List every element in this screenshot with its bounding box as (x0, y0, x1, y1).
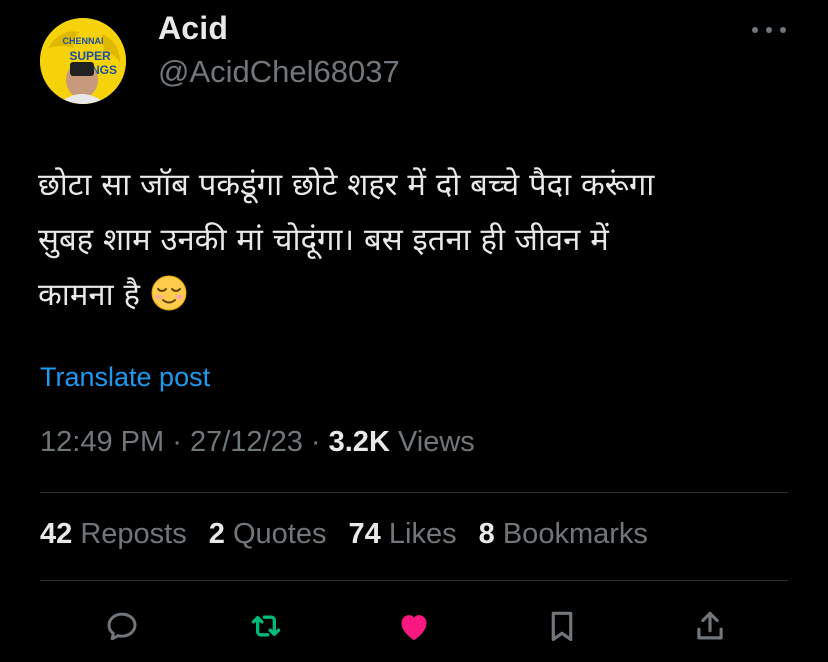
avatar-image: CHENNAI SUPER KINGS (40, 18, 126, 104)
divider (40, 492, 788, 493)
repost-icon (251, 615, 281, 637)
likes-count: 74 (348, 518, 381, 550)
svg-text:CHENNAI: CHENNAI (62, 36, 103, 46)
more-dot (766, 27, 772, 33)
like-button[interactable] (392, 604, 436, 648)
translate-post-link[interactable]: Translate post (40, 362, 210, 393)
quotes-label: Quotes (232, 518, 327, 550)
tweet-line: कामना है (38, 277, 140, 313)
engagement-stats: 42 Reposts 2 Quotes 74 Likes 8 Bookmarks (40, 518, 662, 551)
bookmarks-count: 8 (478, 518, 495, 550)
tweet-text: छोटा सा जॉब पकडूंगा छोटे शहर में दो बच्च… (38, 158, 798, 323)
tweet-line: सुबह शाम उनकी मां चोदूंगा। बस इतना ही जी… (38, 222, 609, 258)
post-meta: 12:49 PM · 27/12/23 · 3.2K Views (40, 426, 475, 459)
avatar[interactable]: CHENNAI SUPER KINGS (40, 18, 126, 104)
reposts-stat[interactable]: 42 Reposts (40, 518, 187, 551)
likes-stat[interactable]: 74 Likes (349, 518, 457, 551)
meta-separator: · (310, 426, 321, 458)
reply-button[interactable] (100, 604, 144, 648)
reposts-label: Reposts (80, 518, 187, 550)
more-options-icon[interactable] (752, 20, 786, 40)
repost-button[interactable] (244, 604, 288, 648)
likes-label: Likes (388, 518, 457, 550)
meta-separator: · (172, 426, 182, 458)
reposts-count: 42 (40, 518, 73, 550)
more-dot (752, 27, 758, 33)
like-icon (401, 615, 427, 641)
divider (40, 580, 788, 581)
views-label: Views (397, 426, 475, 458)
bookmark-icon (551, 611, 573, 642)
more-dot (780, 27, 786, 33)
tweet-line: छोटा सा जॉब पकडूंगा छोटे शहर में दो बच्च… (38, 167, 655, 203)
bookmark-button[interactable] (540, 604, 584, 648)
author-name[interactable]: Acid (158, 10, 228, 47)
views-count: 3.2K (328, 426, 390, 458)
post-time[interactable]: 12:49 PM (40, 426, 164, 458)
reply-icon (107, 612, 137, 641)
svg-text:SUPER: SUPER (69, 49, 111, 63)
bookmarks-stat[interactable]: 8 Bookmarks (479, 518, 648, 551)
relieved-face-emoji-icon (150, 274, 188, 312)
share-button[interactable] (688, 604, 732, 648)
quotes-count: 2 (208, 518, 225, 550)
post-date[interactable]: 27/12/23 (190, 426, 303, 458)
share-icon (697, 611, 723, 640)
tweet-line-last: कामना है (38, 268, 798, 323)
bookmarks-label: Bookmarks (502, 518, 648, 550)
author-handle[interactable]: @AcidChel68037 (158, 54, 400, 90)
action-bar (0, 604, 828, 654)
quotes-stat[interactable]: 2 Quotes (209, 518, 327, 551)
